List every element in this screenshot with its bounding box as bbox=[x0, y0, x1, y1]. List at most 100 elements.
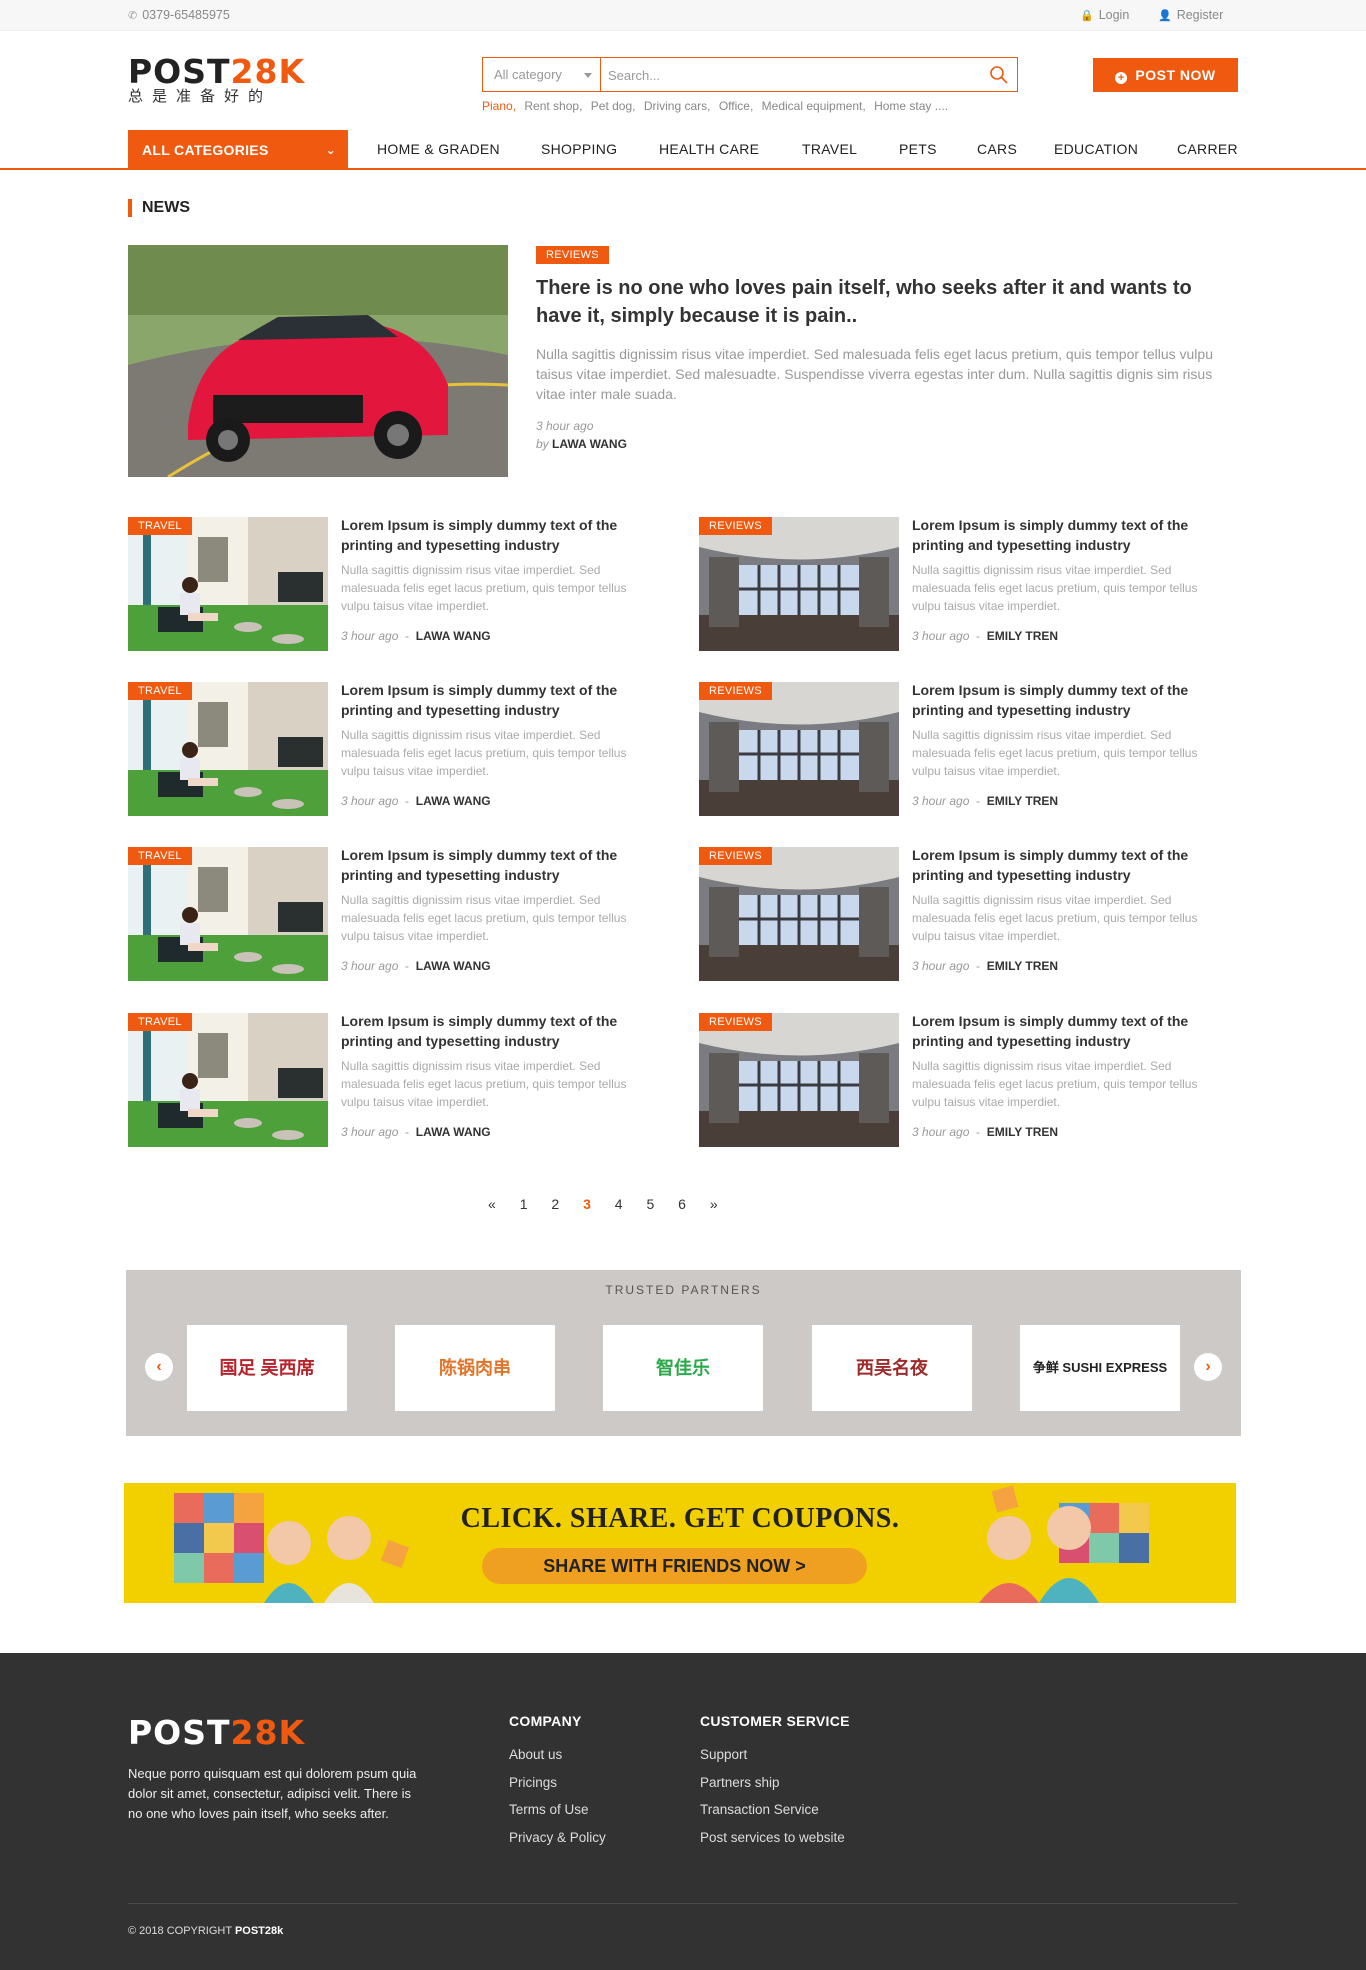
tag-link[interactable]: Home stay .... bbox=[874, 99, 948, 113]
featured-title[interactable]: There is no one who loves pain itself, w… bbox=[536, 274, 1236, 330]
news-item-thumbnail[interactable]: TRAVEL bbox=[128, 1013, 328, 1147]
search-input[interactable] bbox=[608, 64, 968, 86]
post-now-button[interactable]: + POST NOW bbox=[1093, 58, 1238, 92]
featured-by-label: by bbox=[536, 437, 549, 451]
footer-link[interactable]: Privacy & Policy bbox=[509, 1824, 606, 1852]
restaurant-photo bbox=[699, 1013, 899, 1147]
news-item-badge[interactable]: REVIEWS bbox=[699, 1013, 772, 1031]
tag-link[interactable]: Medical equipment, bbox=[762, 99, 866, 113]
nav-item-shopping[interactable]: SHOPPING bbox=[541, 141, 617, 157]
partner-logo[interactable]: 西吴名夜 bbox=[812, 1325, 972, 1411]
page-link-current[interactable]: 3 bbox=[583, 1196, 591, 1212]
register-link[interactable]: 👤 Register bbox=[1158, 8, 1223, 22]
footer-link[interactable]: Post services to website bbox=[700, 1824, 850, 1852]
tag-link[interactable]: Driving cars, bbox=[644, 99, 711, 113]
news-item-thumbnail[interactable]: TRAVEL bbox=[128, 517, 328, 651]
news-item-thumbnail[interactable]: TRAVEL bbox=[128, 682, 328, 816]
news-item-description: Nulla sagittis dignissim risus vitae imp… bbox=[912, 563, 1198, 613]
partner-logo[interactable]: 智佳乐 bbox=[603, 1325, 763, 1411]
nav-item-home-garden[interactable]: HOME & GRADEN bbox=[377, 141, 500, 157]
news-item-author[interactable]: EMILY TREN bbox=[987, 1125, 1058, 1139]
featured-badge[interactable]: REVIEWS bbox=[536, 246, 609, 264]
nav-item-pets[interactable]: PETS bbox=[899, 141, 937, 157]
pagination-prev[interactable]: « bbox=[488, 1196, 496, 1212]
news-item[interactable]: TRAVEL Lorem Ipsum is simply dummy text o… bbox=[128, 682, 668, 816]
news-item-title[interactable]: Lorem Ipsum is simply dummy text of the … bbox=[912, 1011, 1232, 1051]
news-item[interactable]: REVIEWS Lorem Ipsum is simply dummy text … bbox=[699, 1013, 1239, 1147]
nav-item-cars[interactable]: CARS bbox=[977, 141, 1017, 157]
partner-logo[interactable]: 争鲜 SUSHI EXPRESS bbox=[1020, 1325, 1180, 1411]
page-link[interactable]: 1 bbox=[520, 1196, 528, 1212]
news-item-thumbnail[interactable]: REVIEWS bbox=[699, 847, 899, 981]
pagination-next[interactable]: » bbox=[710, 1196, 718, 1212]
all-categories-button[interactable]: ALL CATEGORIES ⌄ bbox=[128, 130, 348, 170]
news-item[interactable]: REVIEWS Lorem Ipsum is simply dummy text … bbox=[699, 682, 1239, 816]
news-item-badge[interactable]: REVIEWS bbox=[699, 517, 772, 535]
footer-link[interactable]: Pricings bbox=[509, 1769, 606, 1797]
news-item[interactable]: REVIEWS Lorem Ipsum is simply dummy text … bbox=[699, 517, 1239, 651]
featured-author[interactable]: LAWA WANG bbox=[552, 437, 627, 451]
news-item-author[interactable]: LAWA WANG bbox=[416, 629, 491, 643]
nav-item-travel[interactable]: TRAVEL bbox=[802, 141, 857, 157]
footer-customer-service-title: CUSTOMER SERVICE bbox=[700, 1713, 850, 1729]
page-link[interactable]: 2 bbox=[551, 1196, 559, 1212]
phone-number[interactable]: ✆ 0379-65485975 bbox=[128, 8, 230, 22]
coupon-banner[interactable]: CLICK. SHARE. GET COUPONS. SHARE WITH FR… bbox=[124, 1483, 1236, 1603]
news-item-title[interactable]: Lorem Ipsum is simply dummy text of the … bbox=[912, 680, 1232, 720]
news-item-title[interactable]: Lorem Ipsum is simply dummy text of the … bbox=[341, 680, 661, 720]
tag-link[interactable]: Office, bbox=[719, 99, 753, 113]
site-logo[interactable]: POST28K 总是准备好的 bbox=[128, 54, 305, 106]
login-link[interactable]: 🔒 Login bbox=[1080, 8, 1129, 22]
partners-prev-button[interactable]: ‹ bbox=[145, 1353, 173, 1381]
tag-link[interactable]: Pet dog, bbox=[591, 99, 636, 113]
footer-logo[interactable]: POST28K bbox=[128, 1713, 305, 1752]
news-item-thumbnail[interactable]: REVIEWS bbox=[699, 517, 899, 651]
footer-link[interactable]: Terms of Use bbox=[509, 1796, 606, 1824]
partner-logo[interactable]: 国足 吴西席 bbox=[187, 1325, 347, 1411]
news-item-badge[interactable]: REVIEWS bbox=[699, 682, 772, 700]
news-item[interactable]: TRAVEL Lorem Ipsum is simply dummy text o… bbox=[128, 517, 668, 651]
news-item-author[interactable]: EMILY TREN bbox=[987, 794, 1058, 808]
share-button[interactable]: SHARE WITH FRIENDS NOW > bbox=[482, 1548, 867, 1584]
search-icon[interactable] bbox=[987, 63, 1011, 87]
news-item-title[interactable]: Lorem Ipsum is simply dummy text of the … bbox=[912, 515, 1232, 555]
news-item-badge[interactable]: TRAVEL bbox=[128, 682, 192, 700]
page-link[interactable]: 4 bbox=[615, 1196, 623, 1212]
news-item-author[interactable]: EMILY TREN bbox=[987, 959, 1058, 973]
news-item-badge[interactable]: TRAVEL bbox=[128, 517, 192, 535]
page-link[interactable]: 5 bbox=[646, 1196, 654, 1212]
news-item-time: 3 hour ago bbox=[912, 794, 970, 808]
news-item-badge[interactable]: TRAVEL bbox=[128, 847, 192, 865]
news-item[interactable]: TRAVEL Lorem Ipsum is simply dummy text o… bbox=[128, 847, 668, 981]
partner-logo[interactable]: 陈锅肉串 bbox=[395, 1325, 555, 1411]
restaurant-photo bbox=[699, 682, 899, 816]
news-item-title[interactable]: Lorem Ipsum is simply dummy text of the … bbox=[912, 845, 1232, 885]
news-item[interactable]: REVIEWS Lorem Ipsum is simply dummy text … bbox=[699, 847, 1239, 981]
nav-item-education[interactable]: EDUCATION bbox=[1054, 141, 1138, 157]
footer-link[interactable]: Transaction Service bbox=[700, 1796, 850, 1824]
news-item-thumbnail[interactable]: REVIEWS bbox=[699, 1013, 899, 1147]
news-item-author[interactable]: LAWA WANG bbox=[416, 959, 491, 973]
news-item-badge[interactable]: REVIEWS bbox=[699, 847, 772, 865]
news-item-author[interactable]: LAWA WANG bbox=[416, 794, 491, 808]
partners-next-button[interactable]: › bbox=[1194, 1353, 1222, 1381]
news-item-badge[interactable]: TRAVEL bbox=[128, 1013, 192, 1031]
footer-link[interactable]: Support bbox=[700, 1741, 850, 1769]
news-item[interactable]: TRAVEL Lorem Ipsum is simply dummy text o… bbox=[128, 1013, 668, 1147]
news-item-thumbnail[interactable]: TRAVEL bbox=[128, 847, 328, 981]
featured-image[interactable] bbox=[128, 245, 508, 477]
footer-link[interactable]: Partners ship bbox=[700, 1769, 850, 1797]
category-select[interactable]: All category bbox=[483, 58, 601, 91]
news-item-title[interactable]: Lorem Ipsum is simply dummy text of the … bbox=[341, 515, 661, 555]
news-item-author[interactable]: LAWA WANG bbox=[416, 1125, 491, 1139]
tag-link[interactable]: Piano, bbox=[482, 99, 516, 113]
nav-item-carrer[interactable]: CARRER bbox=[1177, 141, 1238, 157]
tag-link[interactable]: Rent shop, bbox=[524, 99, 582, 113]
page-link[interactable]: 6 bbox=[678, 1196, 686, 1212]
news-item-title[interactable]: Lorem Ipsum is simply dummy text of the … bbox=[341, 1011, 661, 1051]
footer-link[interactable]: About us bbox=[509, 1741, 606, 1769]
news-item-title[interactable]: Lorem Ipsum is simply dummy text of the … bbox=[341, 845, 661, 885]
news-item-author[interactable]: EMILY TREN bbox=[987, 629, 1058, 643]
news-item-thumbnail[interactable]: REVIEWS bbox=[699, 682, 899, 816]
nav-item-health-care[interactable]: HEALTH CARE bbox=[659, 141, 759, 157]
